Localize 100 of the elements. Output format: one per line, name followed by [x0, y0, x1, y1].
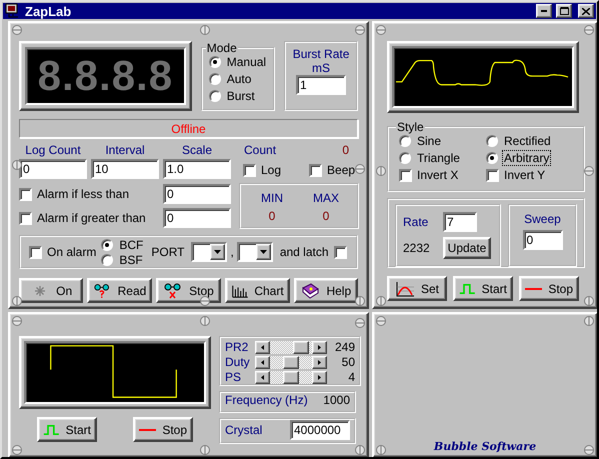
checkbox-label: Invert Y: [504, 168, 546, 182]
frequency-value: 1000: [323, 393, 350, 407]
screw-icon: [584, 316, 594, 326]
right-arrow-icon: [318, 360, 321, 364]
radio-label: Auto: [226, 72, 252, 86]
right-arrow-icon: [318, 374, 321, 380]
caret-icon: [214, 250, 222, 254]
screw-icon: [355, 164, 365, 174]
toolbar-button[interactable]: Chart: [224, 278, 290, 303]
left-arrow-button[interactable]: [255, 340, 270, 354]
min-label: MIN: [260, 191, 284, 206]
pwm-button[interactable]: Start: [37, 417, 97, 442]
slider-label: Duty: [225, 355, 251, 369]
minimize-icon: [541, 10, 547, 12]
port-dropdown[interactable]: [191, 242, 228, 262]
generator-button[interactable]: Start: [453, 276, 513, 301]
screw-icon: [584, 166, 594, 176]
radio-label: Manual: [226, 55, 268, 69]
screw-icon: [200, 296, 210, 306]
rate-label: Rate: [403, 215, 430, 229]
screw-icon: [12, 316, 22, 326]
radio-button[interactable]: [101, 238, 114, 251]
screw-icon: [355, 296, 365, 306]
checkbox-label: Invert X: [417, 168, 458, 182]
pwm-button[interactable]: Stop: [133, 417, 193, 442]
update-button[interactable]: Update: [443, 237, 491, 259]
sweep-field[interactable]: 0: [522, 230, 562, 250]
radio-button[interactable]: [399, 135, 411, 147]
radio-button[interactable]: [208, 73, 221, 85]
field-label: Log Count: [25, 143, 81, 158]
radio-button[interactable]: [101, 254, 114, 266]
toolbar-button[interactable]: Read: [87, 278, 152, 303]
generator-button[interactable]: Set: [387, 276, 447, 301]
rate-field[interactable]: 7: [443, 212, 477, 232]
checkbox[interactable]: [19, 188, 32, 201]
slider-label: PS: [225, 370, 242, 384]
caret-icon: [260, 250, 267, 254]
crystal-field[interactable]: 4000000: [290, 420, 350, 440]
radio-button[interactable]: [399, 152, 411, 164]
graph-curve-icon: [394, 280, 415, 296]
port-label: PORT: [151, 245, 184, 260]
minimize-button[interactable]: [536, 4, 552, 18]
radio-button[interactable]: [208, 56, 221, 68]
close-button[interactable]: [578, 4, 594, 18]
left-arrow-icon: [261, 344, 264, 350]
left-arrow-button[interactable]: [255, 370, 270, 384]
radio-label: BCF: [118, 238, 144, 252]
slider-thumb[interactable]: [293, 340, 310, 354]
burst-rate-field[interactable]: 1: [296, 75, 346, 95]
slider-track[interactable]: [255, 340, 327, 354]
radio-label: BSF: [118, 252, 144, 267]
text-field[interactable]: 10: [91, 159, 159, 180]
group-title: Mode: [206, 41, 238, 55]
radio-label: Rectified: [503, 134, 552, 148]
radio-button[interactable]: [208, 90, 221, 102]
slider-track[interactable]: [255, 370, 327, 384]
slider-track[interactable]: [255, 356, 327, 368]
radio-button[interactable]: [486, 135, 498, 147]
checkbox[interactable]: [243, 164, 256, 177]
radio-label: Triangle: [416, 151, 461, 165]
slider-thumb[interactable]: [283, 370, 299, 384]
text-field[interactable]: 0: [19, 159, 87, 180]
right-arrow-button[interactable]: [312, 356, 327, 368]
threshold-field[interactable]: 0: [163, 208, 231, 228]
checkbox-label: Log: [261, 163, 282, 178]
screw-icon: [355, 445, 365, 455]
left-arrow-button[interactable]: [255, 356, 270, 368]
checkbox[interactable]: [486, 168, 499, 182]
status-text: Offline: [171, 122, 206, 136]
checkbox[interactable]: [19, 212, 32, 225]
right-arrow-button[interactable]: [312, 340, 327, 354]
maximize-button[interactable]: [556, 4, 572, 18]
toolbar-button[interactable]: Help: [294, 278, 358, 303]
slider-reading: 50: [340, 355, 355, 369]
checkbox[interactable]: [399, 168, 412, 182]
screw-icon: [12, 445, 22, 455]
left-arrow-icon: [261, 374, 264, 380]
unit-label: mS: [312, 61, 330, 75]
display-readout: 8.8.8.8: [25, 47, 186, 105]
checkbox[interactable]: [334, 246, 347, 259]
slider-reading: 4: [347, 370, 355, 384]
screw-icon: [355, 318, 365, 328]
toolbar-button[interactable]: Stop: [156, 278, 221, 303]
crystal-label: Crystal: [225, 423, 262, 437]
screw-icon: [376, 445, 386, 455]
radio-button[interactable]: [486, 152, 498, 164]
checkbox[interactable]: [309, 164, 322, 177]
latch-label: and latch: [280, 245, 329, 260]
window-title: ZapLab: [25, 4, 72, 18]
slider-thumb[interactable]: [283, 356, 299, 368]
right-arrow-button[interactable]: [312, 370, 327, 384]
checkbox[interactable]: [29, 246, 42, 259]
generator-button[interactable]: Stop: [519, 276, 579, 301]
radio-label: Sine: [416, 134, 442, 148]
threshold-field[interactable]: 0: [163, 184, 231, 204]
port-dropdown[interactable]: [236, 242, 273, 262]
text-field[interactable]: 1.0: [163, 159, 231, 180]
toolbar-button[interactable]: On: [19, 278, 84, 303]
slider-label: PR2: [225, 340, 250, 354]
field-label: Scale: [182, 143, 212, 158]
